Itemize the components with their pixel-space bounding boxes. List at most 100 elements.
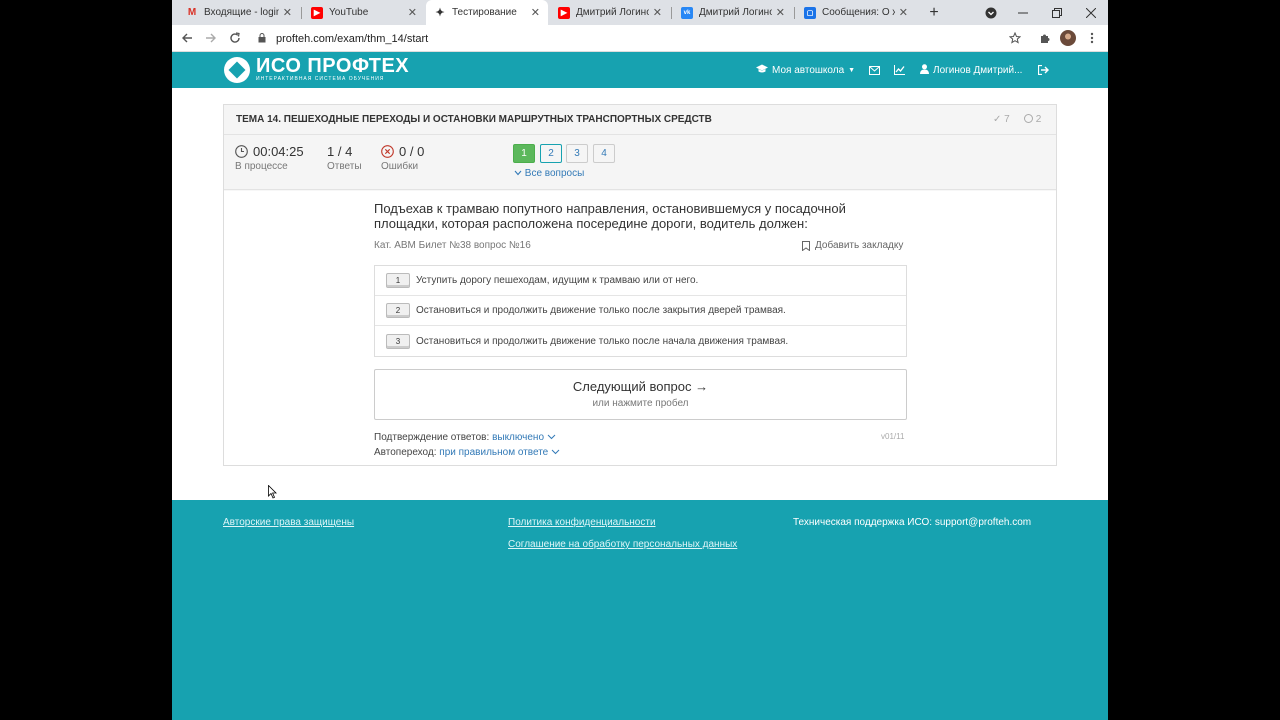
timer-value: 00:04:25 [253, 144, 304, 159]
timer-label: В процессе [235, 161, 288, 172]
answer-option[interactable]: 1 Уступить дорогу пешеходам, идущим к тр… [375, 266, 906, 296]
close-icon[interactable]: ✕ [653, 6, 662, 19]
close-icon[interactable]: ✕ [899, 6, 908, 19]
support-contact: Техническая поддержка ИСО: support@proft… [793, 517, 1031, 528]
question-number-4[interactable]: 4 [593, 144, 615, 163]
answer-number: 3 [386, 333, 410, 349]
logo[interactable]: ИСО ПРОФТЕХ ИНТЕРАКТИВНАЯ СИСТЕМА ОБУЧЕН… [224, 56, 409, 83]
tab-search-icon[interactable] [982, 0, 1000, 25]
user-menu[interactable]: Логинов Дмитрий... [920, 52, 1022, 88]
agreement-link[interactable]: Соглашение на обработку персональных дан… [508, 539, 737, 550]
auto-advance-setting: Автопереход: при правильном ответе [374, 447, 560, 458]
mouse-cursor-icon [268, 485, 277, 499]
answer-list: 1 Уступить дорогу пешеходам, идущим к тр… [374, 265, 907, 357]
add-bookmark-link[interactable]: Добавить закладку [802, 240, 903, 251]
support-email[interactable]: support@profteh.com [935, 517, 1031, 528]
youtube-icon: ▶ [311, 6, 323, 19]
timer: 00:04:25 В процессе [235, 144, 304, 172]
answer-text: Остановиться и продолжить движение тольк… [416, 335, 789, 347]
vk-icon: vk [681, 6, 693, 19]
exam-title: ТЕМА 14. ПЕШЕХОДНЫЕ ПЕРЕХОДЫ И ОСТАНОВКИ… [236, 114, 712, 125]
caret-down-icon: ▼ [848, 66, 856, 74]
close-icon[interactable]: ✕ [283, 6, 292, 19]
close-icon[interactable]: ✕ [408, 6, 417, 19]
auto-label: Автопереход: [374, 447, 437, 458]
next-question-label: Следующий вопрос → [572, 379, 709, 394]
restore-icon[interactable] [1048, 0, 1066, 25]
envelope-icon[interactable] [869, 52, 880, 88]
back-icon[interactable] [178, 29, 196, 47]
auto-toggle[interactable]: при правильном ответе [439, 447, 560, 458]
correct-count: ✓ 7 [993, 114, 1010, 125]
nav-my-school-label: Моя автошкола [772, 64, 845, 76]
close-window-icon[interactable] [1082, 0, 1100, 25]
tab-youtube-channel[interactable]: ▶ Дмитрий Логинов ✕ [550, 0, 670, 25]
user-icon [920, 63, 929, 77]
chevron-down-icon [514, 168, 525, 179]
question-number-2[interactable]: 2 [540, 144, 562, 163]
tab-vk[interactable]: vk Дмитрий Логинов ✕ [673, 0, 793, 25]
gmail-icon: M [187, 7, 197, 18]
version-label: v01/11 [881, 432, 905, 441]
tab-messages[interactable]: ▢ Сообщения: О жиз ✕ [796, 0, 916, 25]
tab-label: Входящие - loginov [204, 7, 279, 18]
logo-subtitle: ИНТЕРАКТИВНАЯ СИСТЕМА ОБУЧЕНИЯ [256, 76, 385, 82]
tab-gmail[interactable]: M Входящие - loginov ✕ [178, 0, 300, 25]
question-meta: Кат. ABM Билет №38 вопрос №16 [374, 240, 531, 251]
question-number-3[interactable]: 3 [566, 144, 588, 163]
star-icon[interactable] [1006, 29, 1024, 47]
ban-icon [1024, 114, 1033, 123]
confirm-answers-setting: Подтверждение ответов: выключено [374, 432, 556, 443]
tab-label: Дмитрий Логинов [699, 7, 772, 18]
confirm-toggle[interactable]: выключено [492, 432, 556, 443]
chevron-down-icon [547, 434, 556, 440]
address-bar[interactable]: profteh.com/exam/thm_14/start [248, 28, 1028, 49]
all-questions-link[interactable]: Все вопросы [514, 168, 584, 179]
next-question-button[interactable]: Следующий вопрос → или нажмите пробел [374, 369, 907, 420]
answers-value: 1 / 4 [327, 144, 353, 159]
logout-icon[interactable] [1038, 52, 1049, 88]
close-icon[interactable]: ✕ [776, 6, 785, 19]
clock-icon [235, 145, 248, 158]
tab-youtube[interactable]: ▶ YouTube ✕ [303, 0, 425, 25]
tab-label: Дмитрий Логинов [576, 7, 649, 18]
forward-icon[interactable] [202, 29, 220, 47]
answer-option[interactable]: 2 Остановиться и продолжить движение тол… [375, 296, 906, 326]
site-header: ИСО ПРОФТЕХ ИНТЕРАКТИВНАЯ СИСТЕМА ОБУЧЕН… [172, 52, 1108, 88]
exam-stats: 00:04:25 В процессе 1 / 4 Ответы 0 / 0 О… [224, 135, 1056, 190]
page-content: ИСО ПРОФТЕХ ИНТЕРАКТИВНАЯ СИСТЕМА ОБУЧЕН… [172, 52, 1108, 720]
new-tab-button[interactable]: + [924, 0, 944, 25]
copyright-link[interactable]: Авторские права защищены [223, 517, 354, 528]
reload-icon[interactable] [226, 29, 244, 47]
menu-icon[interactable] [1083, 29, 1101, 47]
logo-icon [224, 56, 250, 83]
nav-my-school[interactable]: Моя автошкола ▼ [756, 52, 855, 88]
answers-label: Ответы [327, 161, 362, 172]
close-icon[interactable]: ✕ [531, 6, 540, 19]
extensions-icon[interactable] [1036, 29, 1054, 47]
stats-chart-icon[interactable] [894, 52, 905, 88]
error-circle-icon [381, 145, 394, 158]
confirm-label: Подтверждение ответов: [374, 432, 490, 443]
minimize-icon[interactable] [1014, 0, 1032, 25]
skipped-count: 2 [1024, 114, 1041, 125]
site-footer: Авторские права защищены Политика конфид… [172, 500, 1108, 720]
answer-number: 2 [386, 303, 410, 318]
tab-testing[interactable]: ✦ Тестирование ✕ [426, 0, 548, 25]
answer-text: Уступить дорогу пешеходам, идущим к трам… [416, 275, 699, 286]
tab-label: Тестирование [452, 7, 517, 18]
support-label: Техническая поддержка ИСО: [793, 517, 933, 528]
exam-panel: ТЕМА 14. ПЕШЕХОДНЫЕ ПЕРЕХОДЫ И ОСТАНОВКИ… [223, 104, 1057, 466]
errors-value: 0 / 0 [399, 144, 425, 159]
answer-option[interactable]: 3 Остановиться и продолжить движение тол… [375, 326, 906, 356]
avatar[interactable] [1059, 29, 1077, 47]
privacy-link[interactable]: Политика конфиденциальности [508, 517, 656, 528]
graduation-cap-icon [756, 64, 768, 77]
user-name: Логинов Дмитрий... [933, 64, 1023, 76]
browser-tab-bar: M Входящие - loginov ✕ ▶ YouTube ✕ ✦ Тес… [172, 0, 1108, 25]
question-number-1[interactable]: 1 [513, 144, 535, 163]
errors-label: Ошибки [381, 161, 419, 172]
youtube-icon: ▶ [558, 6, 570, 19]
url-text: profteh.com/exam/thm_14/start [276, 32, 429, 45]
browser-toolbar: profteh.com/exam/thm_14/start [172, 25, 1108, 52]
